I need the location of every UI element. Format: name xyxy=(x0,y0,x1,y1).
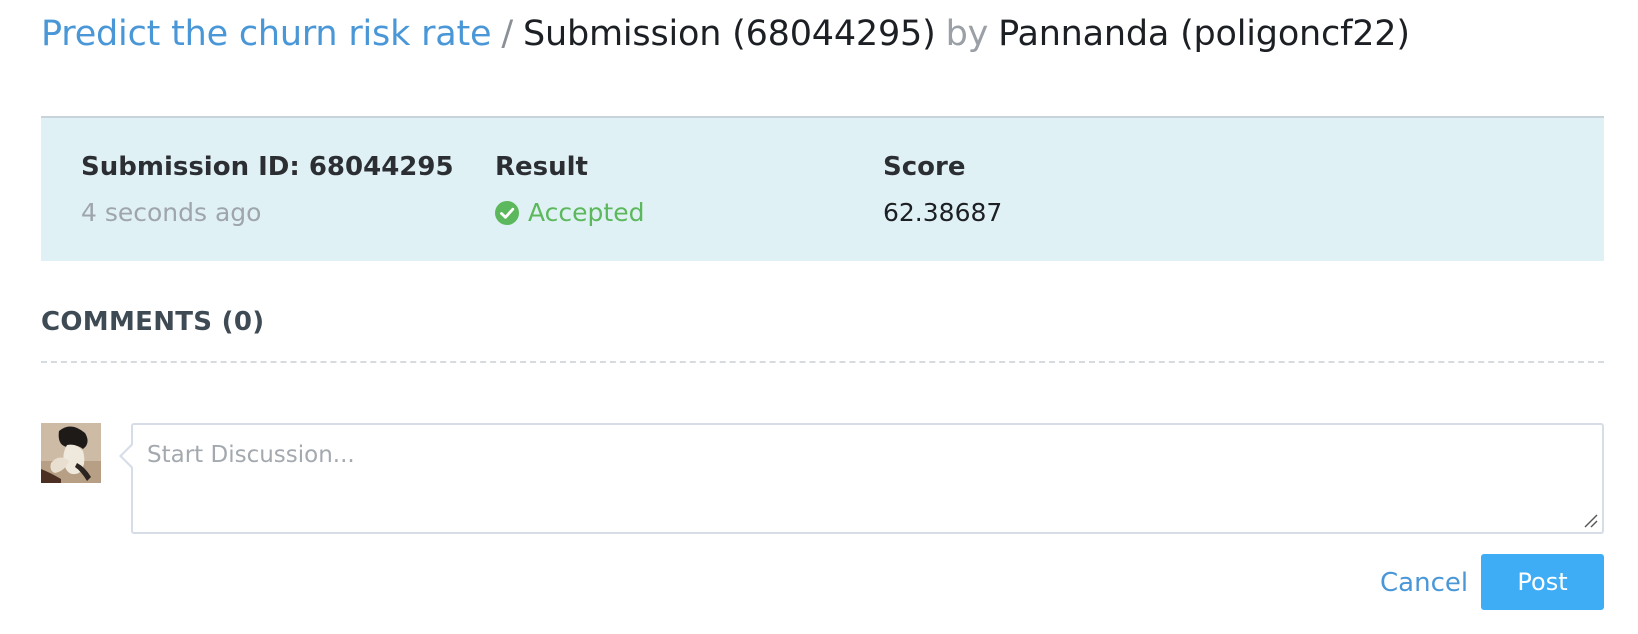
submission-title: Submission (68044295) xyxy=(522,14,936,54)
avatar-image xyxy=(41,423,101,483)
score-value: 62.38687 xyxy=(883,198,1003,227)
submission-id: Submission ID: 68044295 xyxy=(81,152,454,182)
submission-time: 4 seconds ago xyxy=(81,198,262,227)
score-column: Score 62.38687 xyxy=(883,148,1002,232)
comment-composer xyxy=(119,423,1604,534)
comments-header: COMMENTS (0) xyxy=(41,307,265,337)
post-button[interactable]: Post xyxy=(1481,554,1604,610)
result-value: Accepted xyxy=(528,198,645,227)
by-label: by xyxy=(945,14,989,54)
cancel-button[interactable]: Cancel xyxy=(1380,563,1468,603)
submission-summary-panel: Submission ID: 68044295 4 seconds ago Re… xyxy=(41,116,1604,261)
submitter-name: Pannanda (poligoncf22) xyxy=(998,14,1410,54)
result-column: Result Accepted xyxy=(495,148,644,232)
score-label: Score xyxy=(883,152,966,182)
check-circle-icon xyxy=(495,201,519,225)
result-status: Accepted xyxy=(495,194,644,232)
breadcrumb-separator: / xyxy=(501,14,513,54)
submission-id-column: Submission ID: 68044295 4 seconds ago xyxy=(81,148,454,232)
problem-link[interactable]: Predict the churn risk rate xyxy=(41,14,492,54)
avatar xyxy=(41,423,101,483)
comments-divider xyxy=(41,361,1604,363)
discussion-input[interactable] xyxy=(133,425,1602,532)
resize-handle-icon[interactable] xyxy=(1582,512,1598,528)
result-label: Result xyxy=(495,152,588,182)
page-title: Predict the churn risk rate / Submission (… xyxy=(41,6,1410,62)
